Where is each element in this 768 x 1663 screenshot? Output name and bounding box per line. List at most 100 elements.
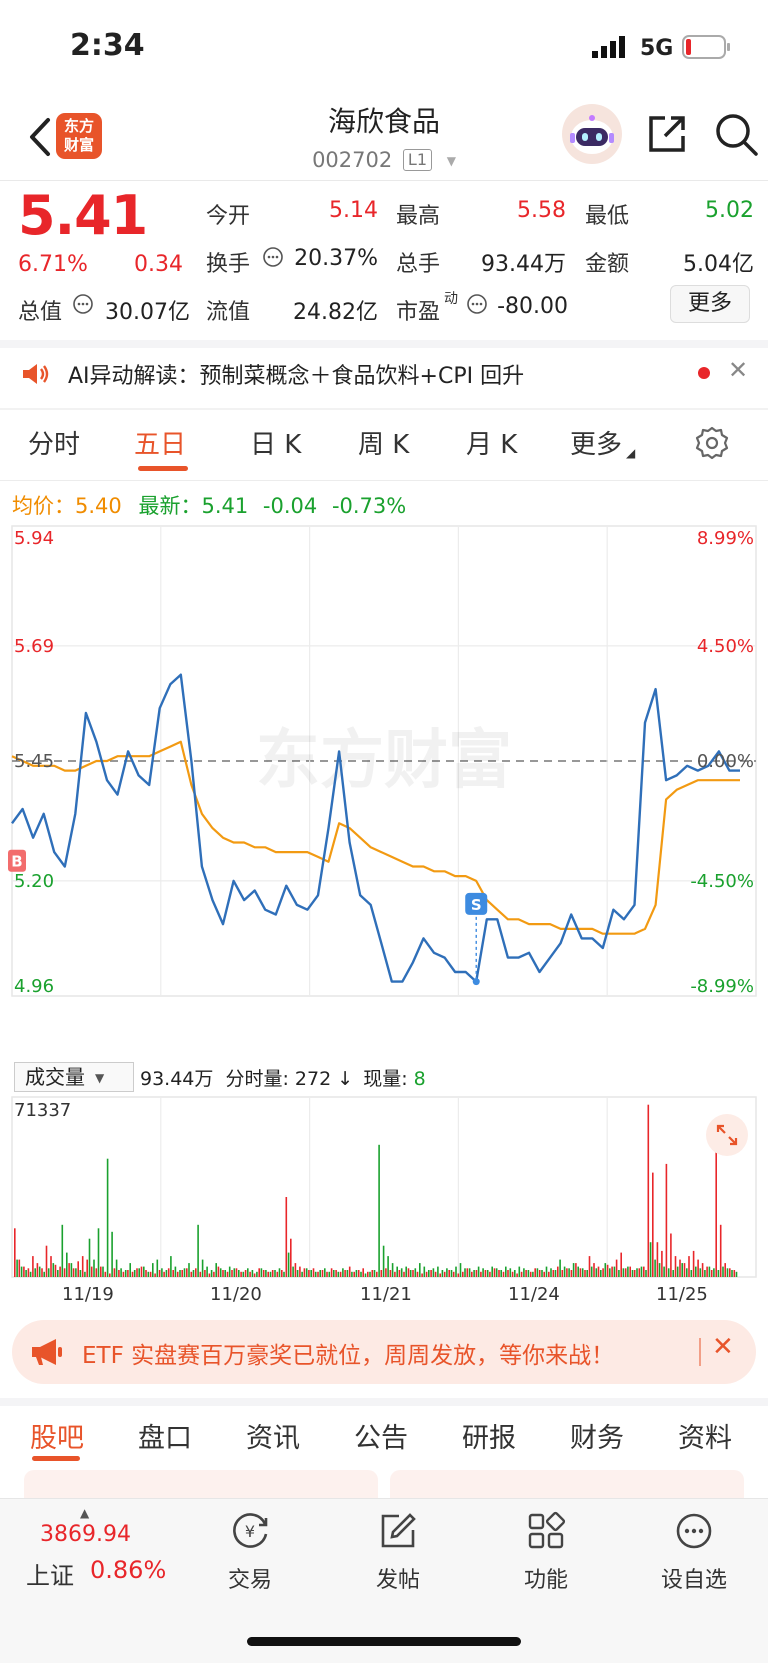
volume-bar-up [489,1271,491,1277]
gear-icon[interactable] [694,425,730,461]
index-value[interactable]: 3869.94 [40,1522,131,1547]
tab-announcements[interactable]: 公告 [354,1416,408,1455]
nav-add-watchlist[interactable]: 设自选 [639,1510,749,1594]
tab-pankou[interactable]: 盘口 [138,1416,192,1455]
volume-bar-down [106,1158,109,1277]
volume-bar-down [256,1271,258,1277]
volume-bar-down [731,1270,733,1277]
search-icon[interactable] [712,110,760,158]
volume-bar-up [719,1224,722,1277]
indicator-dropdown[interactable]: 成交量 ▼ [14,1062,134,1092]
volume-bar-down [88,1238,91,1277]
volume-bar-down [224,1270,226,1277]
expand-chart-button[interactable] [706,1114,748,1156]
more-quote-button[interactable]: 更多 [670,285,750,323]
ai-insight-text[interactable]: AI异动解读：预制菜概念＋食品饮料+CPI 回升 [68,358,524,390]
volume-bar-down [79,1270,82,1277]
volume-bar-down [541,1270,543,1277]
volume-bar-down [333,1270,335,1277]
volume-bar-down [351,1271,353,1277]
volume-bar-up [597,1266,600,1277]
close-icon[interactable]: ✕ [712,1332,734,1362]
tab-weekly-k[interactable]: 周 K [358,424,409,461]
volume-bar-down [446,1268,448,1277]
sell-marker-label: S [471,896,482,914]
ai-robot-avatar[interactable] [562,104,622,164]
y-tick-label: 5.69 [14,636,54,657]
volume-bar-down [355,1270,358,1277]
volume-bar-down [609,1268,611,1277]
tab-news[interactable]: 资讯 [246,1416,300,1455]
date-label: 11/19 [62,1284,114,1305]
volume-bar-up [430,1270,432,1277]
nav-functions[interactable]: 功能 [491,1510,601,1594]
info-icon[interactable] [466,293,488,315]
tab-profile[interactable]: 资料 [678,1416,732,1455]
tab-guba[interactable]: 股吧 [30,1416,84,1455]
divider [699,1338,701,1366]
info-icon[interactable] [262,246,284,268]
volume-bar-down [47,1268,50,1277]
post-card[interactable] [390,1470,744,1500]
tab-more[interactable]: 更多 ◢ [570,424,635,461]
volume-bar-up [466,1268,469,1277]
etf-promo-text[interactable]: ETF 实盘赛百万豪奖已就位，周周发放，等你来战！ [82,1336,614,1370]
volume-bar-down [595,1268,598,1277]
speaker-icon [23,364,49,384]
volume-bar-up [357,1270,360,1277]
volume-bar-down [301,1271,303,1277]
volume-bar-down [283,1271,285,1277]
price-summary: 均价：5.40 最新：5.41 -0.04 -0.73% [12,490,406,520]
tab-intraday[interactable]: 分时 [28,424,80,461]
volume-bar-down [505,1266,507,1277]
info-icon[interactable] [72,293,94,315]
volume-bar-up [109,1273,111,1277]
volume-bar-up [86,1259,88,1277]
volume-bar-down [577,1266,579,1277]
volume-bar-down [156,1259,159,1277]
price-chart[interactable]: 东方财富 5.94 8.99% 5.69 4.50% 5.45 0.00% 5.20 -4.50… [0,522,768,1062]
volume-bar-down [581,1268,584,1277]
volume-chart[interactable] [0,1095,768,1280]
volume-bar-down [396,1266,398,1277]
volume-bar-up [81,1256,84,1277]
watermark: 东方财富 [256,724,512,798]
index-name[interactable]: 上证 [26,1556,74,1591]
tab-monthly-k[interactable]: 月 K [466,424,517,461]
amount-label: 金额 [585,252,630,277]
volume-bar-down [360,1271,362,1277]
post-card[interactable] [24,1470,378,1500]
volume-bar-up [154,1273,156,1277]
volume-bar-up [439,1273,441,1277]
close-icon[interactable]: ✕ [728,356,748,384]
divider [0,180,768,181]
volume-bar-up [602,1268,604,1277]
volume-bar-down [57,1270,59,1277]
index-percent[interactable]: 0.86% [90,1556,166,1584]
volume-bar-up [136,1268,138,1277]
volume-bar-up [258,1268,260,1277]
volume-bar-up [348,1266,351,1277]
tab-research[interactable]: 研报 [462,1416,516,1455]
volume-bar-down [613,1266,616,1277]
tab-daily-k[interactable]: 日 K [250,424,301,461]
volume-bar-down [147,1271,150,1277]
volume-bar-down [287,1252,290,1277]
volume-bar-down [382,1245,385,1277]
tab-finance[interactable]: 财务 [570,1416,624,1455]
volume-bar-down [672,1270,674,1277]
volume-bar-up [32,1256,34,1277]
volume-bar-up [285,1197,288,1277]
volume-bar-down [170,1256,172,1277]
volume-bar-up [145,1270,147,1277]
indicator-dropdown-label: 成交量 [25,1065,85,1089]
tab-five-day[interactable]: 五日 [134,424,186,461]
y-tick-label: 5.94 [14,528,54,549]
volume-bar-up [502,1271,505,1277]
share-icon[interactable] [645,112,689,156]
volume-bar-up [95,1268,98,1277]
nav-trade[interactable]: ¥ 交易 [195,1510,305,1594]
nav-post[interactable]: 发帖 [343,1510,453,1594]
volume-bar-down [550,1268,552,1277]
volume-bar-down [414,1268,417,1277]
